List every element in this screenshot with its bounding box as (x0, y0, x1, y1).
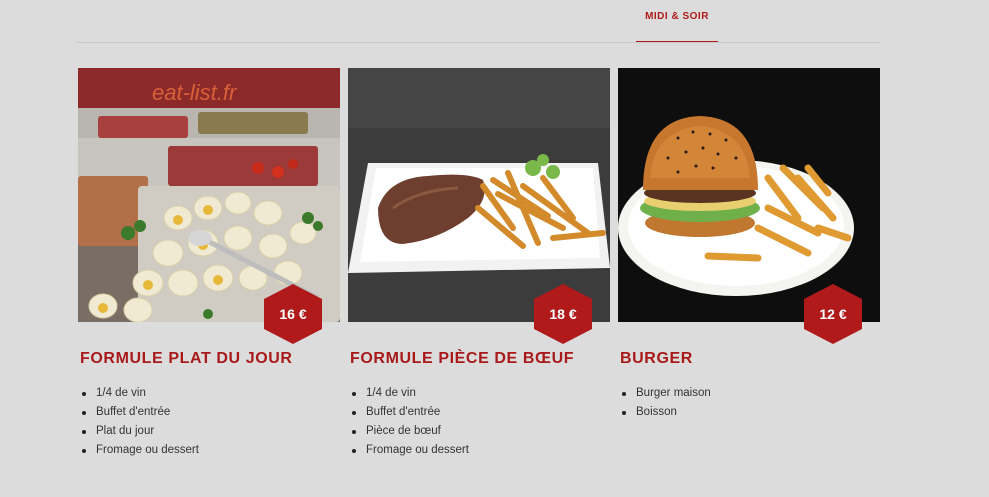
list-item: Plat du jour (82, 422, 340, 441)
menu-card-burger: 12 € BURGER Burger maison Boisson (618, 68, 880, 422)
item-list: Burger maison Boisson (618, 384, 880, 422)
list-item: Fromage ou dessert (82, 441, 340, 460)
card-title: FORMULE PLAT DU JOUR (80, 350, 293, 367)
item-list: 1/4 de vin Buffet d'entrée Plat du jour … (78, 384, 340, 460)
card-title: FORMULE PIÈCE DE BŒUF (350, 350, 575, 367)
card-title: BURGER (620, 350, 693, 367)
list-item: 1/4 de vin (352, 384, 610, 403)
list-item: 1/4 de vin (82, 384, 340, 403)
price: 18 € (549, 306, 577, 322)
buffet-photo: eat-list.fr 16 € (78, 68, 340, 344)
watermark: eat-list.fr (152, 80, 237, 105)
price: 16 € (279, 306, 307, 322)
price-badge: 16 € (264, 284, 322, 344)
tab-midi-soir[interactable]: MIDI & SOIR (636, 11, 718, 22)
list-item: Burger maison (622, 384, 880, 403)
section-divider (76, 42, 881, 43)
list-item: Pièce de bœuf (352, 422, 610, 441)
item-list: 1/4 de vin Buffet d'entrée Pièce de bœuf… (348, 384, 610, 460)
list-item: Fromage ou dessert (352, 441, 610, 460)
menu-card-plat-du-jour: eat-list.fr 16 € FORMULE PLAT DU JOUR 1/… (78, 68, 340, 460)
burger-photo: 12 € (618, 68, 880, 344)
list-item: Buffet d'entrée (82, 403, 340, 422)
steak-photo: 18 € (348, 68, 610, 344)
price-badge: 18 € (534, 284, 592, 344)
list-item: Buffet d'entrée (352, 403, 610, 422)
menu-card-piece-de-boeuf: 18 € FORMULE PIÈCE DE BŒUF 1/4 de vin Bu… (348, 68, 610, 460)
price-badge: 12 € (804, 284, 862, 344)
price: 12 € (819, 306, 847, 322)
list-item: Boisson (622, 403, 880, 422)
